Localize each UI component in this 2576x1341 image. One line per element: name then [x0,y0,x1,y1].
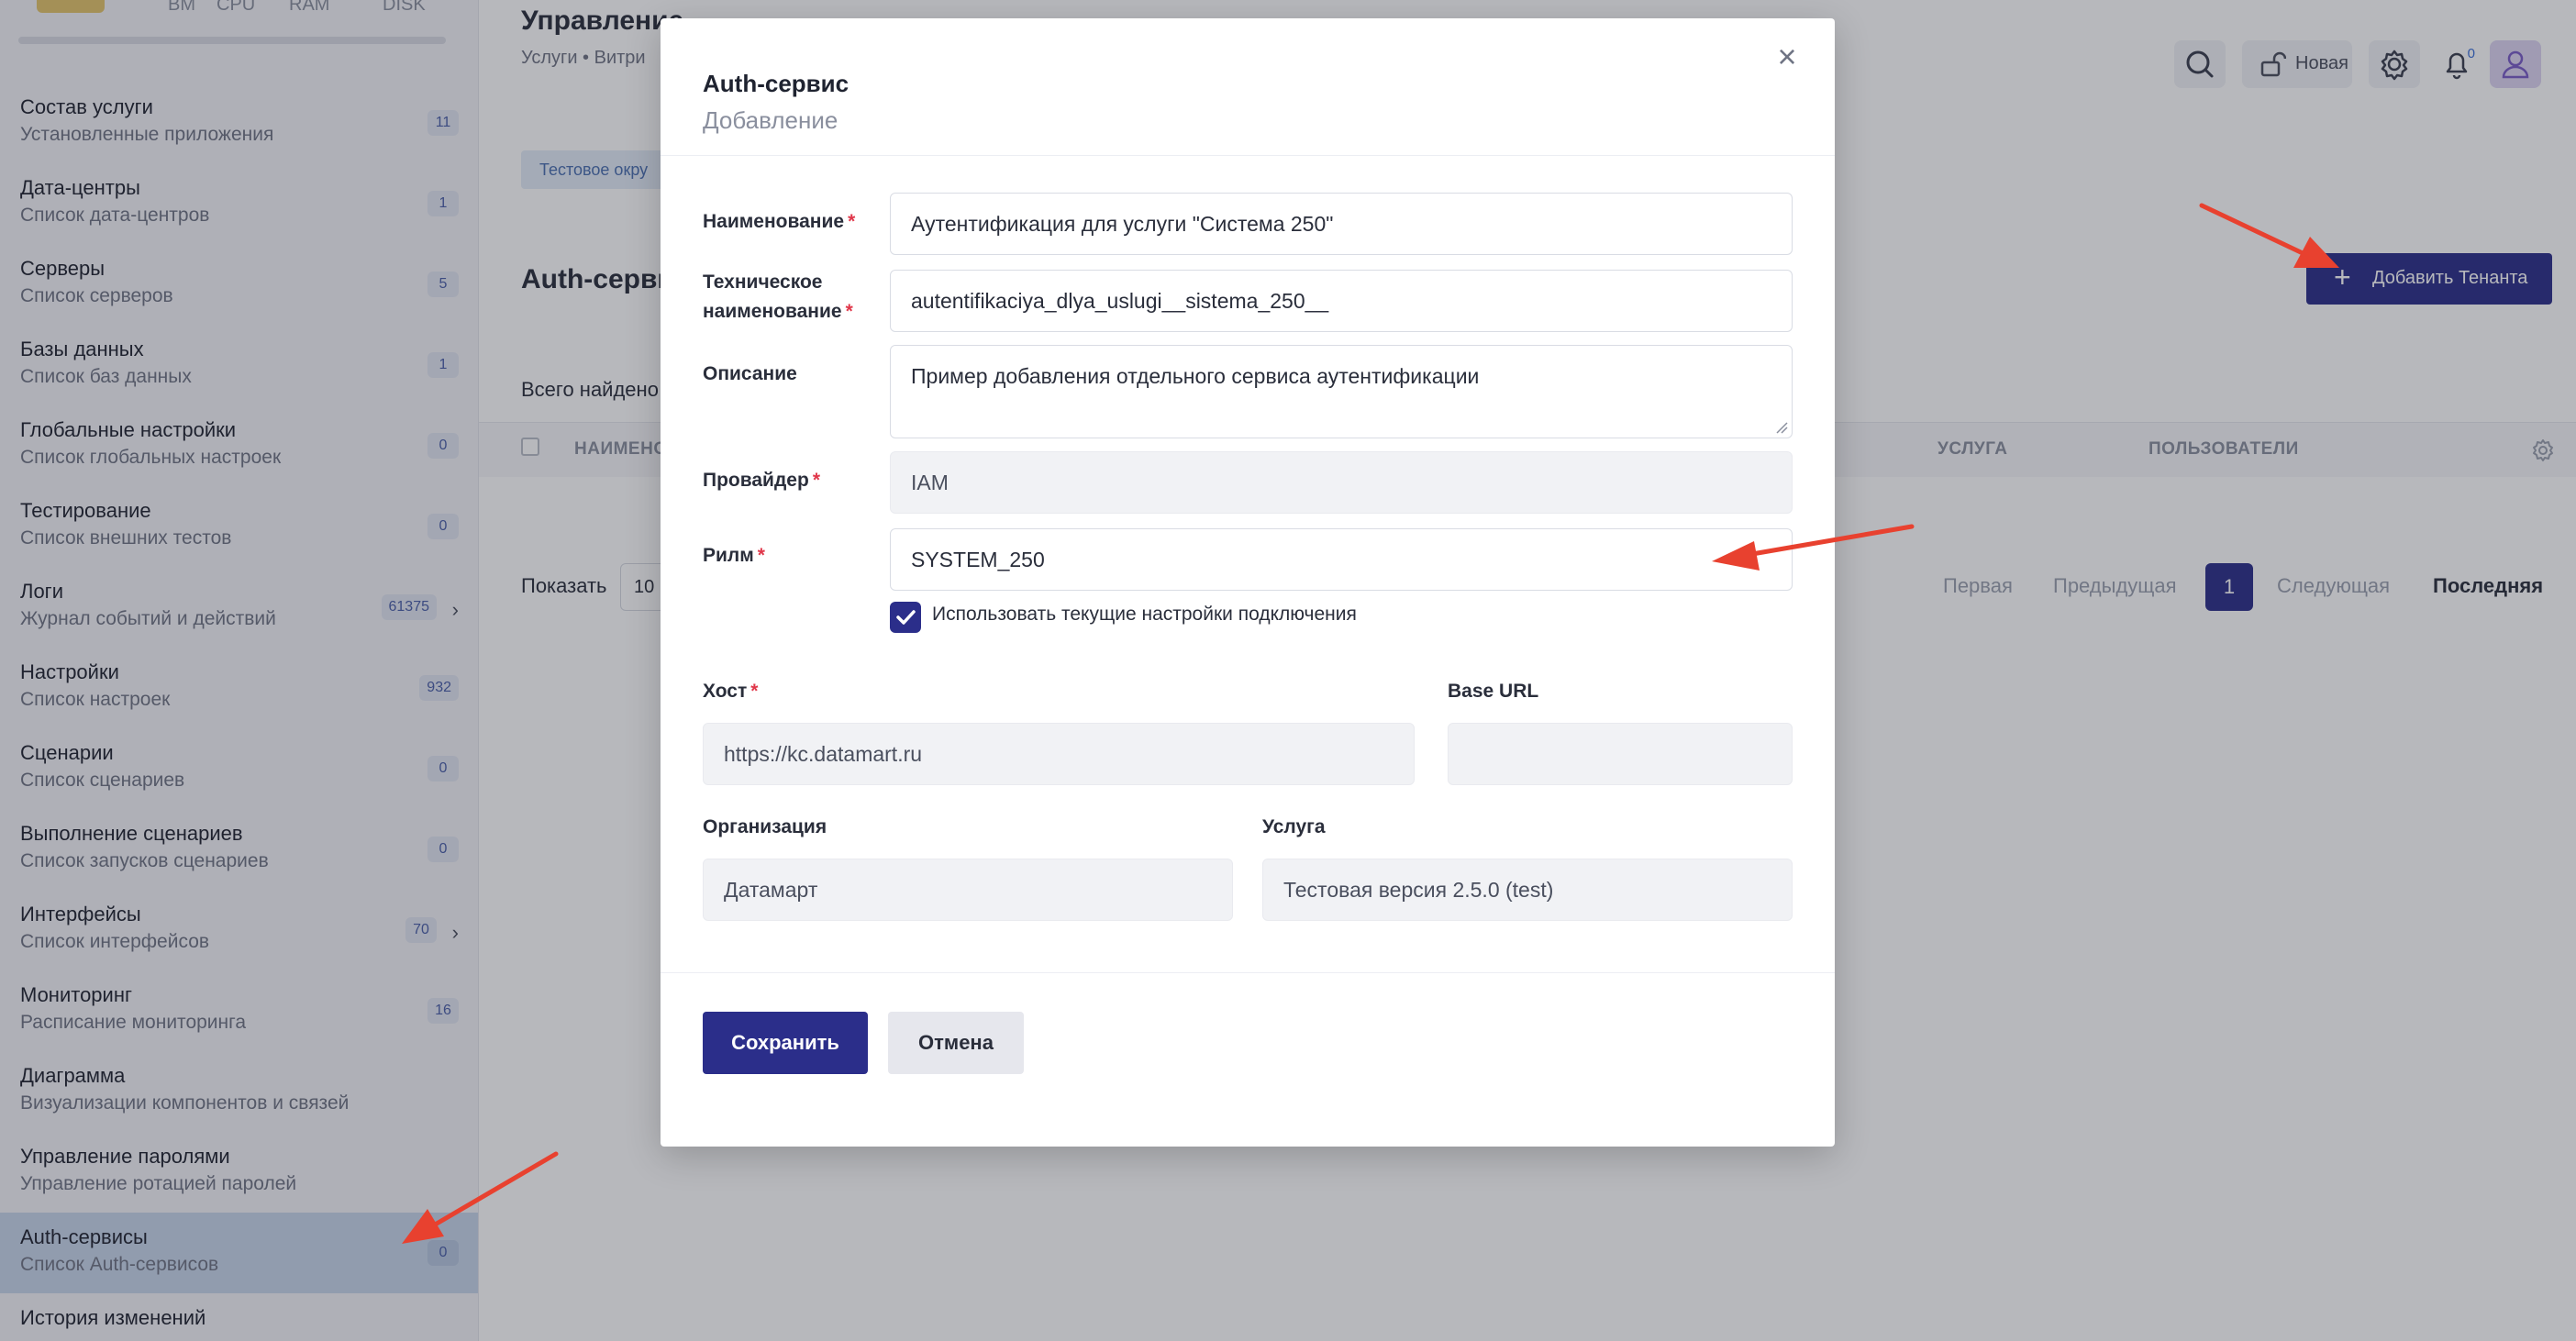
modal-footer: Сохранить Отмена [661,972,1835,1147]
modal-title: Auth-сервис [703,70,849,97]
host-label: Хост * [703,681,759,702]
save-button[interactable]: Сохранить [703,1012,868,1074]
use-current-settings-label[interactable]: Использовать текущие настройки подключен… [932,604,1357,626]
required-mark: * [812,470,820,491]
realm-label: Рилм * [703,545,765,566]
base-url-input[interactable] [1448,723,1793,785]
provider-input[interactable]: IAM [890,451,1793,514]
check-icon [896,610,916,625]
description-text: Пример добавления отдельного сервиса аут… [911,364,1480,388]
cancel-button[interactable]: Отмена [888,1012,1024,1074]
realm-input[interactable]: SYSTEM_250 [890,528,1793,591]
description-textarea[interactable]: Пример добавления отдельного сервиса аут… [890,345,1793,438]
required-mark: * [750,681,759,702]
required-mark: * [848,211,856,232]
required-mark: * [757,545,765,566]
resize-grip-icon[interactable] [1775,421,1788,434]
name-input[interactable]: Аутентификация для услуги "Система 250" [890,193,1793,255]
organization-label: Организация [703,816,827,837]
organization-input[interactable]: Датамарт [703,859,1233,921]
modal-header: Auth-сервис Добавление × [661,18,1835,156]
service-label: Услуга [1262,816,1326,837]
tech-name-label: Техническое наименование * [703,272,853,322]
provider-label: Провайдер * [703,470,820,491]
tech-name-input[interactable]: autentifikaciya_dlya_uslugi__sistema_250… [890,270,1793,332]
use-current-settings-checkbox[interactable] [890,602,921,633]
auth-service-modal: Auth-сервис Добавление × Наименование * А… [661,18,1835,1147]
base-url-label: Base URL [1448,681,1539,702]
host-input[interactable]: https://kc.datamart.ru [703,723,1415,785]
required-mark: * [845,301,853,322]
name-label: Наименование * [703,211,856,232]
description-label: Описание [703,363,797,384]
close-icon[interactable]: × [1767,37,1807,77]
modal-subtitle: Добавление [703,106,838,134]
service-input[interactable]: Тестовая версия 2.5.0 (test) [1262,859,1793,921]
